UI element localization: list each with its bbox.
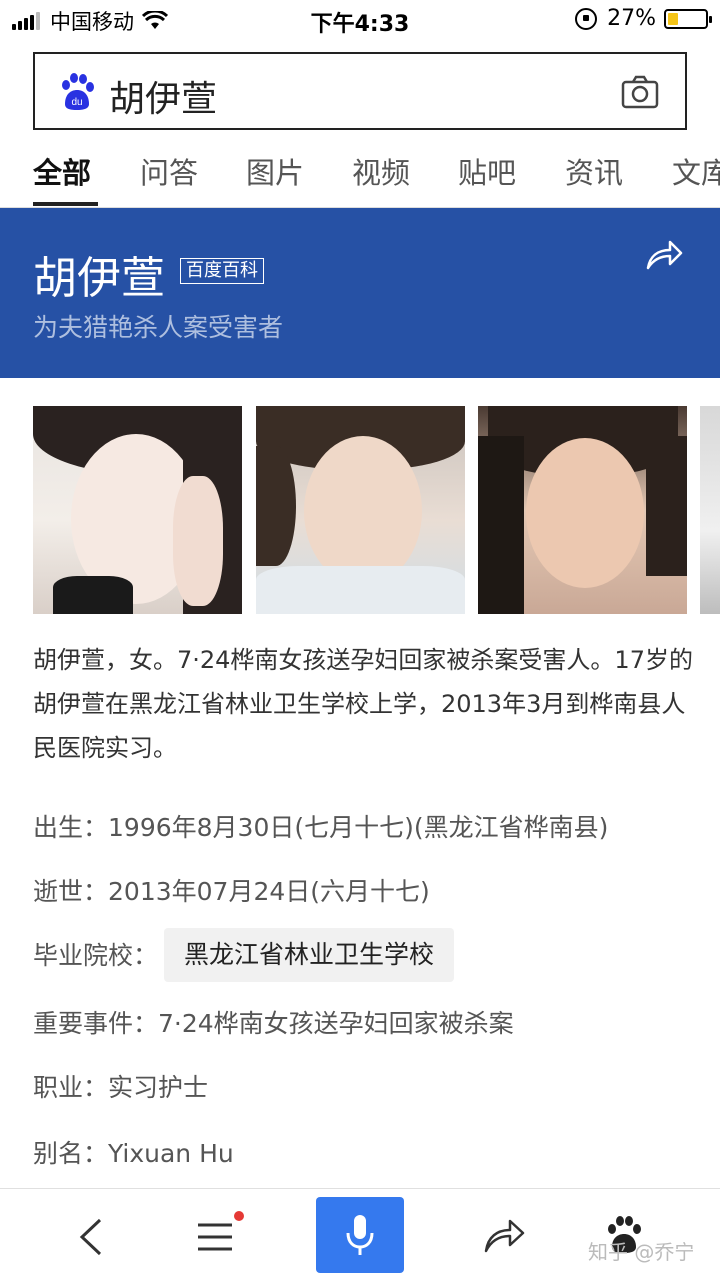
info-value: 实习护士 (108, 1073, 209, 1102)
notification-dot (234, 1211, 244, 1221)
info-label: 逝世： (33, 877, 109, 906)
search-box[interactable]: du 胡伊萱 (33, 52, 687, 130)
photo-thumbnail[interactable] (256, 406, 465, 614)
tab-video[interactable]: 视频 (352, 150, 410, 192)
tab-images[interactable]: 图片 (246, 150, 304, 192)
back-icon[interactable] (76, 1217, 106, 1257)
info-value: 1996年8月30日(七月十七)(黑龙江省桦南县) (108, 813, 609, 842)
info-event: 重要事件：7·24桦南女孩送孕妇回家被杀案 (33, 1004, 514, 1040)
info-birth: 出生：1996年8月30日(七月十七)(黑龙江省桦南县) (33, 808, 608, 844)
info-value: Yixuan Hu (108, 1139, 234, 1168)
card-subtitle: 为夫猎艳杀人案受害者 (33, 313, 284, 342)
rotation-lock-icon (575, 7, 598, 30)
active-tab-indicator (33, 202, 98, 206)
card-title[interactable]: 胡伊萱 (33, 242, 165, 306)
photo-thumbnail-partial[interactable] (700, 406, 720, 614)
search-input[interactable]: 胡伊萱 (109, 70, 217, 122)
baike-badge: 百度百科 (180, 258, 264, 284)
info-label: 职业： (33, 1073, 109, 1102)
school-link-chip[interactable]: 黑龙江省林业卫生学校 (164, 928, 455, 982)
svg-text:du: du (71, 97, 82, 108)
battery-fill (668, 12, 678, 25)
voice-search-button[interactable] (316, 1197, 404, 1273)
tab-tieba[interactable]: 贴吧 (458, 150, 516, 192)
baidu-paw-icon: du (62, 73, 94, 110)
info-death: 逝世：2013年07月24日(六月十七) (33, 872, 430, 908)
tab-all[interactable]: 全部 (33, 150, 91, 192)
info-school: 毕业院校： (33, 936, 158, 972)
info-label: 毕业院校： (33, 941, 159, 970)
photo-thumbnail[interactable] (33, 406, 242, 614)
share-icon[interactable] (644, 238, 684, 272)
info-label: 出生： (33, 813, 109, 842)
info-job: 职业：实习护士 (33, 1068, 208, 1104)
status-right: 27% (575, 6, 712, 31)
camera-icon[interactable] (621, 74, 659, 110)
info-value: 7·24桦南女孩送孕妇回家被杀案 (158, 1009, 514, 1038)
battery-icon (664, 8, 712, 29)
search-tabs: 全部 问答 图片 视频 贴吧 资讯 文库 (0, 140, 720, 208)
info-alias: 别名：Yixuan Hu (33, 1134, 234, 1170)
microphone-icon (346, 1215, 374, 1255)
info-value: 2013年07月24日(六月十七) (108, 877, 430, 906)
status-bar: 中国移动 下午4:33 27% (0, 0, 720, 40)
summary-text: 胡伊萱，女。7·24桦南女孩送孕妇回家被杀案受害人。17岁的胡伊萱在黑龙江省林业… (33, 646, 693, 762)
watermark-text: 知乎 @乔宁 (588, 1240, 695, 1264)
tab-news[interactable]: 资讯 (565, 150, 623, 192)
tab-wenku[interactable]: 文库 (672, 150, 720, 192)
tab-qa[interactable]: 问答 (140, 150, 198, 192)
info-label: 重要事件： (33, 1009, 159, 1038)
share-icon[interactable] (482, 1215, 526, 1255)
photo-thumbnail[interactable] (478, 406, 687, 614)
battery-percent: 27% (607, 6, 656, 31)
bottom-toolbar (0, 1188, 720, 1281)
info-label: 别名： (33, 1139, 109, 1168)
baike-header-card[interactable]: 胡伊萱 百度百科 为夫猎艳杀人案受害者 (0, 208, 720, 378)
menu-icon[interactable] (196, 1219, 236, 1255)
